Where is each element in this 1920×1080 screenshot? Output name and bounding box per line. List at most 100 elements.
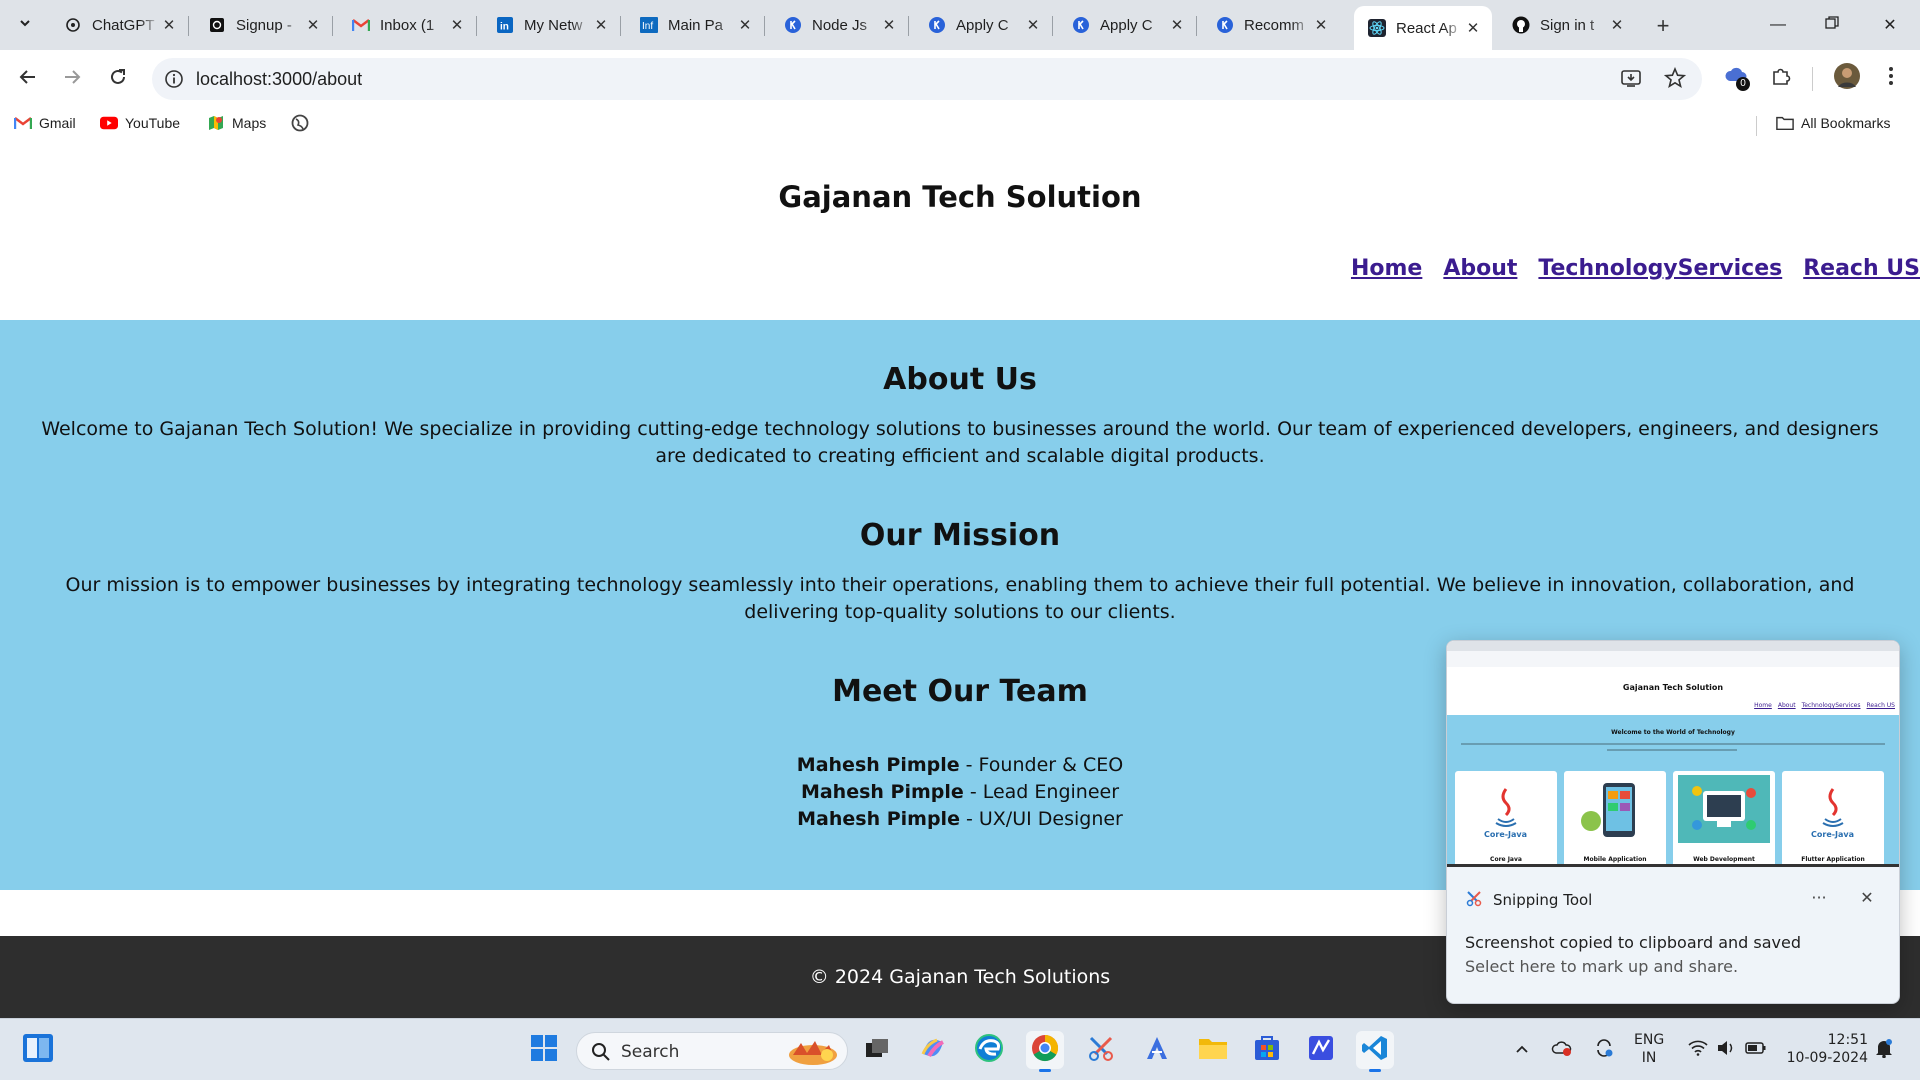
tab-recommended[interactable]: Recomm ✕ (1202, 8, 1340, 42)
start-button[interactable] (525, 1031, 563, 1069)
restore-button[interactable] (1812, 10, 1852, 40)
tab-title: Node Js (812, 16, 868, 34)
close-icon[interactable]: ✕ (448, 16, 466, 34)
nav-reach-us-link[interactable]: Reach US (1803, 256, 1920, 281)
all-bookmarks-button[interactable]: All Bookmarks (1776, 114, 1890, 132)
menu-button[interactable] (1876, 63, 1906, 93)
bookmark-globe[interactable] (291, 114, 309, 132)
tab-apply-2[interactable]: Apply C ✕ (1058, 8, 1197, 42)
site-title: Gajanan Tech Solution (778, 180, 1142, 214)
browser-tab-bar: ChatGPT ✕ Signup - ✕ Inbox (1 ✕ in My Ne… (0, 0, 1920, 50)
thumbnail-welcome: Welcome to the World of Technology (1611, 729, 1735, 736)
tab-react-app[interactable]: React Ap ✕ (1354, 6, 1492, 50)
back-button[interactable] (12, 63, 44, 95)
close-icon[interactable]: ✕ (1608, 16, 1626, 34)
reload-button[interactable] (102, 63, 134, 95)
close-icon[interactable]: ✕ (880, 16, 898, 34)
widgets-button[interactable] (22, 1033, 56, 1065)
clock-time: 12:51 (1827, 1032, 1868, 1048)
battery-tray[interactable] (1744, 1037, 1768, 1061)
close-icon[interactable]: ✕ (304, 16, 322, 34)
close-icon[interactable]: ✕ (736, 16, 754, 34)
star-icon[interactable] (1663, 66, 1687, 94)
bookmark-maps[interactable]: Maps (207, 114, 266, 132)
chrome-button[interactable] (1026, 1031, 1064, 1072)
wifi-tray[interactable] (1686, 1037, 1710, 1061)
file-explorer-button[interactable] (1194, 1031, 1232, 1069)
bookmark-youtube[interactable]: YouTube (100, 114, 180, 132)
forward-button[interactable] (56, 63, 88, 95)
store-icon (1253, 1034, 1281, 1067)
profile-button[interactable] (1832, 62, 1862, 94)
language-indicator[interactable]: ENG IN (1634, 1031, 1664, 1067)
toast-close-button[interactable]: ✕ (1855, 885, 1879, 909)
globe-icon (291, 114, 309, 132)
restore-icon (1825, 15, 1839, 35)
tab-linkedin[interactable]: in My Netw ✕ (482, 8, 621, 42)
nav-about-link[interactable]: About (1443, 256, 1517, 281)
search-label: Search (621, 1042, 680, 1062)
bookmark-gmail[interactable]: Gmail (14, 114, 76, 132)
sync-tray[interactable] (1592, 1037, 1616, 1061)
thumbnail-card: Web Development (1673, 771, 1775, 864)
toast-more-button[interactable]: ··· (1804, 885, 1834, 909)
youtube-icon (100, 114, 118, 132)
close-window-button[interactable]: ✕ (1870, 10, 1910, 40)
close-icon[interactable]: ✕ (1024, 16, 1042, 34)
vscode-button[interactable] (1356, 1031, 1394, 1072)
screenshot-thumbnail[interactable]: Gajanan Tech Solution Home About Technol… (1447, 641, 1899, 867)
tab-main-page[interactable]: Inf Main Pa ✕ (626, 8, 765, 42)
browser-toolbar: localhost:3000/about 0 (0, 50, 1920, 108)
thumbnail-card-caption: Web Development (1693, 856, 1755, 863)
url-text[interactable]: localhost:3000/about (196, 69, 362, 90)
tab-github[interactable]: Sign in t ✕ (1498, 8, 1636, 42)
tab-apply-1[interactable]: Apply C ✕ (914, 8, 1053, 42)
onedrive-tray[interactable] (1550, 1037, 1574, 1061)
tab-signup[interactable]: Signup - ✕ (194, 8, 333, 42)
tab-inbox[interactable]: Inbox (1 ✕ (338, 8, 477, 42)
snipping-tool-notification[interactable]: Gajanan Tech Solution Home About Technol… (1446, 640, 1900, 1004)
tab-node-js[interactable]: Node Js ✕ (770, 8, 909, 42)
close-icon[interactable]: ✕ (160, 16, 178, 34)
new-tab-button[interactable]: + (1650, 13, 1676, 39)
avatar (1834, 62, 1860, 94)
copilot-button[interactable] (914, 1031, 952, 1069)
extension-copilot-button[interactable]: 0 (1722, 63, 1752, 93)
install-app-icon[interactable] (1620, 67, 1642, 94)
edge-button[interactable] (970, 1031, 1008, 1069)
address-bar[interactable]: localhost:3000/about (152, 58, 1702, 100)
snipping-tool-button[interactable] (1082, 1031, 1120, 1069)
clock[interactable]: 12:51 10-09-2024 (1784, 1031, 1868, 1067)
linkedin-icon: in (496, 16, 514, 34)
minimize-button[interactable]: — (1758, 10, 1798, 40)
close-icon[interactable]: ✕ (592, 16, 610, 34)
close-icon[interactable]: ✕ (1168, 16, 1186, 34)
task-view-button[interactable] (858, 1031, 896, 1069)
tab-chatgpt[interactable]: ChatGPT ✕ (50, 8, 189, 42)
toast-message: Screenshot copied to clipboard and saved (1465, 933, 1801, 952)
tab-title: Signup - (236, 16, 292, 34)
translator-button[interactable] (1138, 1031, 1176, 1069)
site-info-icon[interactable] (164, 69, 184, 94)
more-horiz-icon: ··· (1811, 887, 1827, 907)
about-text: Welcome to Gajanan Tech Solution! We spe… (41, 418, 1879, 467)
nav-technology-services-link[interactable]: TechnologyServices (1538, 256, 1782, 281)
toast-header: Snipping Tool (1465, 889, 1592, 911)
tab-search-button[interactable] (10, 10, 40, 40)
show-hidden-icons-button[interactable] (1510, 1037, 1534, 1061)
nav-home-link[interactable]: Home (1351, 256, 1422, 281)
close-icon[interactable]: ✕ (1464, 19, 1482, 37)
microsoft-store-button[interactable] (1248, 1031, 1286, 1069)
power-automate-button[interactable] (1302, 1031, 1340, 1069)
extensions-button[interactable] (1766, 63, 1796, 93)
team-member-role: - Lead Engineer (963, 781, 1120, 803)
notifications-button[interactable] (1872, 1037, 1896, 1061)
widgets-icon (22, 1034, 54, 1067)
taskbar-search[interactable]: Search (576, 1032, 848, 1070)
close-icon[interactable]: ✕ (1312, 16, 1330, 34)
bookmarks-bar: Gmail YouTube Maps All Bookmarks (0, 108, 1920, 142)
web-development-icon (1678, 775, 1770, 843)
volume-icon (1716, 1040, 1736, 1059)
toast-app-name: Snipping Tool (1493, 891, 1593, 909)
volume-tray[interactable] (1714, 1037, 1738, 1061)
